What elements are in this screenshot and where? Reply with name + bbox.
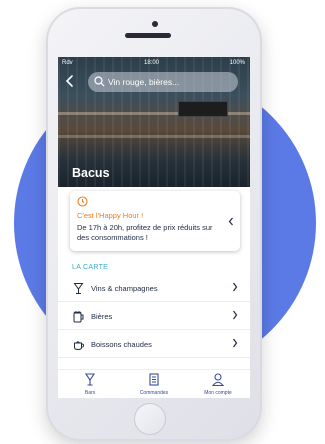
bottom-tab-bar: Bars Commandes Mon compte	[58, 369, 250, 398]
tab-orders[interactable]: Commandes	[122, 370, 186, 398]
teapot-icon	[74, 341, 85, 351]
beer-mug-icon	[73, 311, 84, 323]
carrier-label: Rdv	[62, 60, 73, 66]
cocktail-icon	[84, 373, 96, 386]
search-icon	[94, 76, 105, 87]
user-icon	[211, 373, 225, 387]
menu-board	[178, 101, 228, 117]
menu-section-title: LA CARTE	[72, 264, 109, 271]
back-button[interactable]	[65, 74, 79, 90]
menu-item-label: Boissons chaudes	[91, 340, 152, 349]
home-button[interactable]	[134, 403, 166, 435]
wine-glass-icon	[73, 283, 84, 294]
tab-label: Commandes	[139, 390, 169, 396]
search-placeholder: Vin rouge, bières...	[108, 77, 180, 87]
search-input[interactable]: Vin rouge, bières...	[88, 72, 238, 92]
happy-hour-description: De 17h à 20h, profitez de prix réduits s…	[77, 223, 213, 242]
chevron-right-icon	[232, 282, 238, 295]
menu-item-wines[interactable]: Vins & champagnes	[58, 275, 250, 302]
chevron-right-icon	[232, 310, 238, 323]
tab-label: Mon compte	[204, 390, 232, 396]
app-screen: Rdv 18:00 100% Vin rouge, bières... Bacu…	[58, 57, 250, 398]
happy-hour-card[interactable]: C'est l'Happy Hour ! De 17h à 20h, profi…	[70, 191, 240, 251]
receipt-icon	[149, 373, 159, 386]
menu-item-hot-drinks[interactable]: Boissons chaudes	[58, 331, 250, 358]
clock-label: 18:00	[144, 60, 160, 66]
menu-item-label: Bières	[91, 312, 113, 321]
menu-item-beers[interactable]: Bières	[58, 303, 250, 330]
earpiece-speaker	[125, 33, 171, 38]
menu-item-label: Vins & champagnes	[91, 284, 158, 293]
chevron-left-icon	[65, 75, 73, 87]
front-camera	[152, 21, 158, 27]
venue-name: Bacus	[72, 166, 110, 180]
happy-hour-title: C'est l'Happy Hour !	[77, 211, 144, 220]
status-bar: Rdv 18:00 100%	[58, 57, 250, 69]
tab-label: Bars	[84, 390, 96, 396]
chevron-left-icon[interactable]	[228, 217, 234, 228]
chevron-right-icon	[232, 338, 238, 351]
battery-label: 100%	[229, 60, 245, 66]
clock-icon	[77, 196, 88, 207]
tab-bars[interactable]: Bars	[58, 370, 122, 398]
tab-account[interactable]: Mon compte	[186, 370, 250, 398]
